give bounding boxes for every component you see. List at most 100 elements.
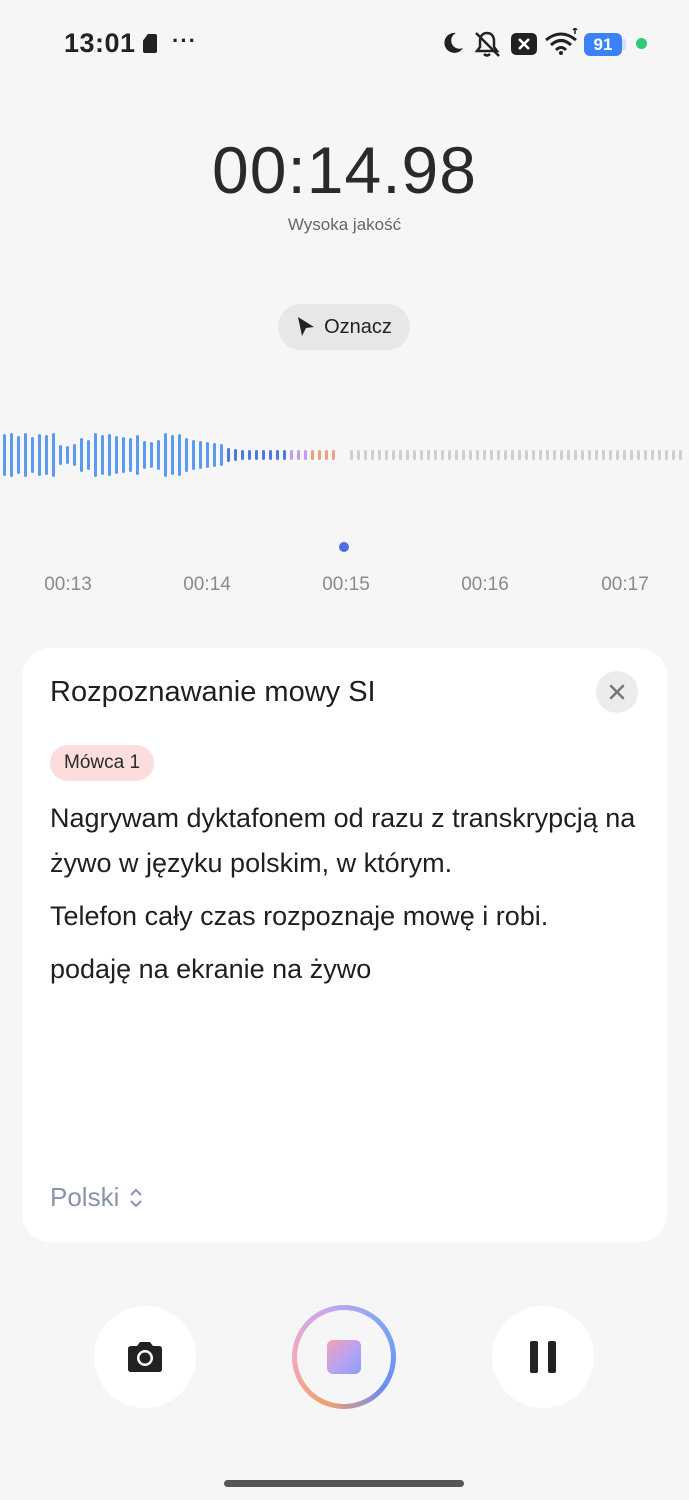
waveform-bar-pending bbox=[434, 450, 437, 460]
waveform-bar-pending bbox=[658, 450, 661, 460]
waveform-bar bbox=[129, 438, 132, 472]
home-indicator[interactable] bbox=[224, 1480, 464, 1487]
waveform-bar-pending bbox=[413, 450, 416, 460]
close-icon bbox=[609, 684, 625, 700]
waveform-bar-pending bbox=[546, 450, 549, 460]
waveform-bar bbox=[45, 435, 48, 475]
quality-label: Wysoka jakość bbox=[287, 215, 402, 234]
pause-button[interactable] bbox=[492, 1306, 594, 1408]
battery-tip bbox=[622, 39, 626, 50]
chevron-updown-icon bbox=[130, 1188, 143, 1207]
sim-card-icon bbox=[143, 34, 157, 53]
waveform-bar bbox=[38, 434, 41, 476]
status-bar: 13:01 ··· 91 bbox=[0, 0, 689, 90]
waveform-bar bbox=[87, 440, 90, 470]
waveform-bar bbox=[290, 450, 293, 460]
waveform-bar-pending bbox=[553, 450, 556, 460]
waveform-bar-pending bbox=[609, 450, 612, 460]
pause-icon bbox=[530, 1341, 556, 1373]
waveform-bar-pending bbox=[378, 450, 381, 460]
speaker-chip[interactable]: Mówca 1 bbox=[50, 745, 155, 781]
waveform-bar bbox=[332, 450, 335, 460]
timeline-label: 00:16 bbox=[461, 574, 509, 595]
waveform-bar bbox=[325, 450, 328, 460]
waveform-bar bbox=[122, 437, 125, 473]
transcript-paragraph: Telefon cały czas rozpoznaje mowę i robi… bbox=[50, 901, 549, 931]
waveform-bar bbox=[136, 435, 139, 475]
close-box-icon bbox=[511, 33, 537, 55]
waveform-bar-pending bbox=[644, 450, 647, 460]
waveform-bar bbox=[143, 441, 146, 469]
battery-indicator: 91 bbox=[584, 33, 622, 56]
waveform-bar-pending bbox=[630, 450, 633, 460]
waveform-bar-pending bbox=[616, 450, 619, 460]
mark-button[interactable]: Oznacz bbox=[278, 304, 410, 350]
waveform-bar-pending bbox=[672, 450, 675, 460]
waveform-bar-pending bbox=[665, 450, 668, 460]
waveform-bar-pending bbox=[497, 450, 500, 460]
waveform-bar-pending bbox=[588, 450, 591, 460]
waveform-bar bbox=[150, 442, 153, 468]
transcript-paragraph: podaję na ekranie na żywo bbox=[50, 954, 372, 984]
waveform-bar-pending bbox=[350, 450, 353, 460]
timeline-label: 00:13 bbox=[44, 574, 92, 595]
waveform-bar bbox=[10, 433, 13, 477]
transcription-card: Rozpoznawanie mowy SI Mówca 1 Nagrywam d… bbox=[22, 648, 667, 1242]
waveform-bar bbox=[31, 437, 34, 473]
waveform-bar-pending bbox=[651, 450, 654, 460]
waveform[interactable] bbox=[0, 380, 689, 560]
close-button[interactable] bbox=[596, 671, 638, 713]
timeline-label: 00:15 bbox=[322, 574, 370, 595]
stop-button[interactable] bbox=[292, 1305, 396, 1409]
waveform-bar bbox=[24, 433, 27, 477]
waveform-bar bbox=[241, 450, 244, 460]
transcript-text: Nagrywam dyktafonem od razu z transkrypc… bbox=[50, 796, 640, 1000]
language-selector[interactable]: Polski bbox=[50, 1182, 143, 1213]
waveform-bar-pending bbox=[483, 450, 486, 460]
timeline-label: 00:17 bbox=[601, 574, 649, 595]
recording-timer: 00:14.98 bbox=[212, 133, 477, 207]
waveform-bar-pending bbox=[357, 450, 360, 460]
waveform-bar bbox=[283, 450, 286, 460]
waveform-bar bbox=[3, 434, 6, 476]
waveform-bar bbox=[262, 450, 265, 460]
camera-button[interactable] bbox=[94, 1306, 196, 1408]
waveform-bar-pending bbox=[371, 450, 374, 460]
waveform-bar bbox=[108, 434, 111, 476]
waveform-bar-pending bbox=[462, 450, 465, 460]
waveform-bar bbox=[59, 445, 62, 465]
card-title: Rozpoznawanie mowy SI bbox=[50, 676, 376, 708]
waveform-bar bbox=[94, 433, 97, 477]
waveform-bar-pending bbox=[420, 450, 423, 460]
waveform-bar bbox=[213, 443, 216, 467]
waveform-bar bbox=[311, 450, 314, 460]
waveform-bar-pending bbox=[595, 450, 598, 460]
waveform-bar bbox=[52, 433, 55, 477]
waveform-bar bbox=[66, 446, 69, 464]
waveform-bar-pending bbox=[518, 450, 521, 460]
waveform-bar-pending bbox=[455, 450, 458, 460]
waveform-bar bbox=[115, 436, 118, 474]
playhead-bottom-dot bbox=[339, 542, 349, 552]
waveform-bar bbox=[220, 444, 223, 466]
waveform-bar-pending bbox=[581, 450, 584, 460]
moon-icon bbox=[444, 32, 463, 53]
cursor-flag-icon bbox=[298, 317, 315, 336]
waveform-bar-pending bbox=[504, 450, 507, 460]
language-label: Polski bbox=[50, 1182, 120, 1212]
waveform-bar bbox=[80, 438, 83, 472]
waveform-bar bbox=[192, 440, 195, 470]
bell-off-icon bbox=[474, 31, 500, 57]
waveform-bar-pending bbox=[574, 450, 577, 460]
waveform-bar bbox=[297, 450, 300, 460]
waveform-bar bbox=[17, 436, 20, 474]
waveform-bar bbox=[276, 450, 279, 460]
waveform-bar bbox=[234, 449, 237, 461]
waveform-bar bbox=[164, 433, 167, 477]
waveform-bar bbox=[304, 450, 307, 460]
waveform-bar-pending bbox=[525, 450, 528, 460]
waveform-bar-pending bbox=[532, 450, 535, 460]
waveform-bar-pending bbox=[637, 450, 640, 460]
waveform-bar-pending bbox=[448, 450, 451, 460]
privacy-dot bbox=[636, 38, 647, 49]
